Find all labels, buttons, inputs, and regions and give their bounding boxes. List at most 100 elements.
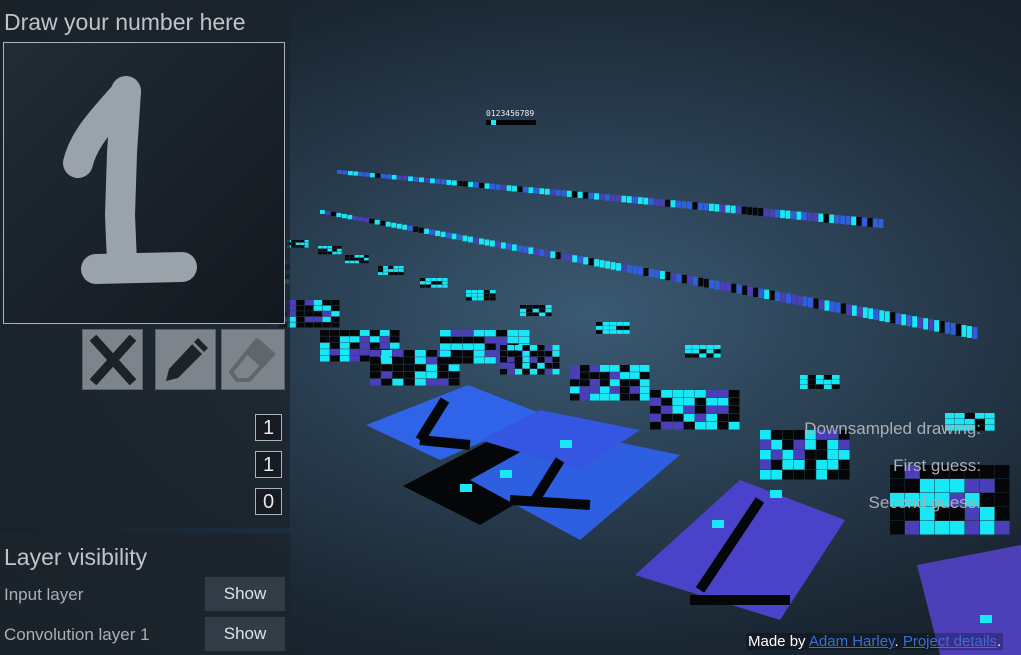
- feature-cell: [360, 336, 370, 343]
- feature-cell: [296, 311, 305, 317]
- erase-button[interactable]: [221, 329, 285, 390]
- feature-cell: [570, 393, 580, 401]
- feature-cell: [318, 246, 323, 249]
- neuron-cell: [681, 274, 687, 284]
- feature-cell: [995, 493, 1010, 507]
- feature-cell: [782, 430, 794, 440]
- clear-button[interactable]: [82, 329, 143, 390]
- feature-cell: [539, 305, 546, 309]
- neuron-cell: [956, 324, 961, 336]
- feature-cell: [699, 345, 707, 349]
- feature-cell: [320, 336, 330, 343]
- feature-cell: [490, 297, 496, 301]
- feature-cell: [782, 440, 794, 450]
- feature-cell: [380, 330, 390, 336]
- neuron-cell: [413, 226, 419, 232]
- feature-cell: [436, 281, 442, 285]
- neuron-cell: [802, 296, 808, 307]
- feature-cell: [683, 406, 695, 414]
- feature-cell: [437, 371, 449, 379]
- feature-cell: [291, 242, 296, 245]
- neuron-cell: [462, 235, 468, 242]
- neuron-cell: [774, 209, 780, 218]
- feature-cell: [980, 479, 995, 493]
- neuron-cell: [375, 173, 381, 178]
- feature-cell: [672, 414, 684, 422]
- feature-cell: [816, 470, 827, 480]
- feature-cell: [484, 293, 490, 297]
- neuron-cell: [615, 195, 621, 202]
- feature-cell: [827, 440, 839, 450]
- feature-cell: [466, 290, 472, 294]
- neuron-cell: [829, 301, 835, 312]
- feature-cell: [370, 357, 381, 364]
- feature-cell: [340, 355, 350, 362]
- feature-cell: [383, 269, 388, 272]
- feature-cell: [436, 284, 442, 288]
- feature-cell: [393, 269, 399, 272]
- feature-cell: [838, 450, 850, 460]
- feature-cell: [692, 353, 699, 358]
- feature-cell: [530, 345, 537, 351]
- layer-label-convolution-1: Convolution layer 1: [4, 625, 150, 644]
- neuron-cell: [906, 315, 912, 327]
- show-input-layer-button[interactable]: Show: [205, 577, 285, 611]
- feature-cell: [500, 369, 507, 375]
- neuron-cell: [511, 244, 517, 251]
- neuron-cell: [670, 272, 676, 282]
- neuron-cell: [424, 177, 430, 183]
- feature-cell: [650, 406, 661, 414]
- feature-cell: [728, 406, 740, 414]
- feature-cell: [816, 460, 827, 470]
- feature-cell: [390, 342, 400, 349]
- drawing-panel-title: Draw your number here: [4, 9, 246, 35]
- project-details-link[interactable]: Project details: [903, 633, 997, 650]
- feature-cell: [322, 322, 331, 328]
- feature-cell: [466, 297, 472, 301]
- neuron-cell: [736, 284, 742, 294]
- feature-cell: [537, 369, 545, 375]
- drawing-canvas[interactable]: [3, 42, 285, 324]
- neuron-cell: [495, 241, 501, 248]
- feature-cell: [530, 357, 537, 363]
- show-convolution-layer-1-button[interactable]: Show: [205, 617, 285, 651]
- feature-cell: [437, 364, 449, 372]
- feature-cell: [398, 269, 404, 272]
- output-neuron: [501, 120, 506, 125]
- feature-cell: [771, 470, 782, 480]
- feature-cell: [360, 355, 370, 362]
- feature-cell: [370, 350, 381, 357]
- feature-cell: [437, 378, 449, 386]
- feature-cell: [305, 305, 314, 311]
- feature-cell: [692, 345, 699, 349]
- draw-button[interactable]: [155, 329, 216, 390]
- feature-cell: [805, 470, 816, 480]
- feature-cell: [500, 345, 507, 351]
- feature-cell: [515, 351, 522, 357]
- neuron-cell: [687, 275, 693, 285]
- feature-cell: [596, 330, 603, 334]
- feature-cell: [717, 390, 729, 398]
- feature-cell: [440, 357, 451, 364]
- feature-cell: [570, 386, 580, 394]
- feature-cell: [331, 316, 340, 322]
- feature-cell: [332, 246, 337, 249]
- neuron-cell: [868, 308, 874, 319]
- feature-cell: [706, 353, 714, 358]
- feature-cell: [522, 369, 530, 375]
- neuron-cell: [533, 187, 539, 194]
- feature-cell: [320, 355, 330, 362]
- feature-cell: [532, 312, 539, 317]
- author-link[interactable]: Adam Harley: [809, 633, 895, 650]
- feature-cell: [526, 308, 533, 313]
- feature-cell: [296, 322, 305, 328]
- feature-cell: [378, 269, 383, 272]
- feature-cell: [318, 248, 323, 252]
- feature-cell: [500, 363, 507, 369]
- feature-cell: [602, 330, 610, 334]
- neuron-cell: [807, 212, 813, 221]
- feature-cell: [354, 260, 359, 264]
- neuron-cell: [961, 325, 967, 337]
- output-neuron: [531, 120, 536, 125]
- feature-cell: [388, 272, 394, 275]
